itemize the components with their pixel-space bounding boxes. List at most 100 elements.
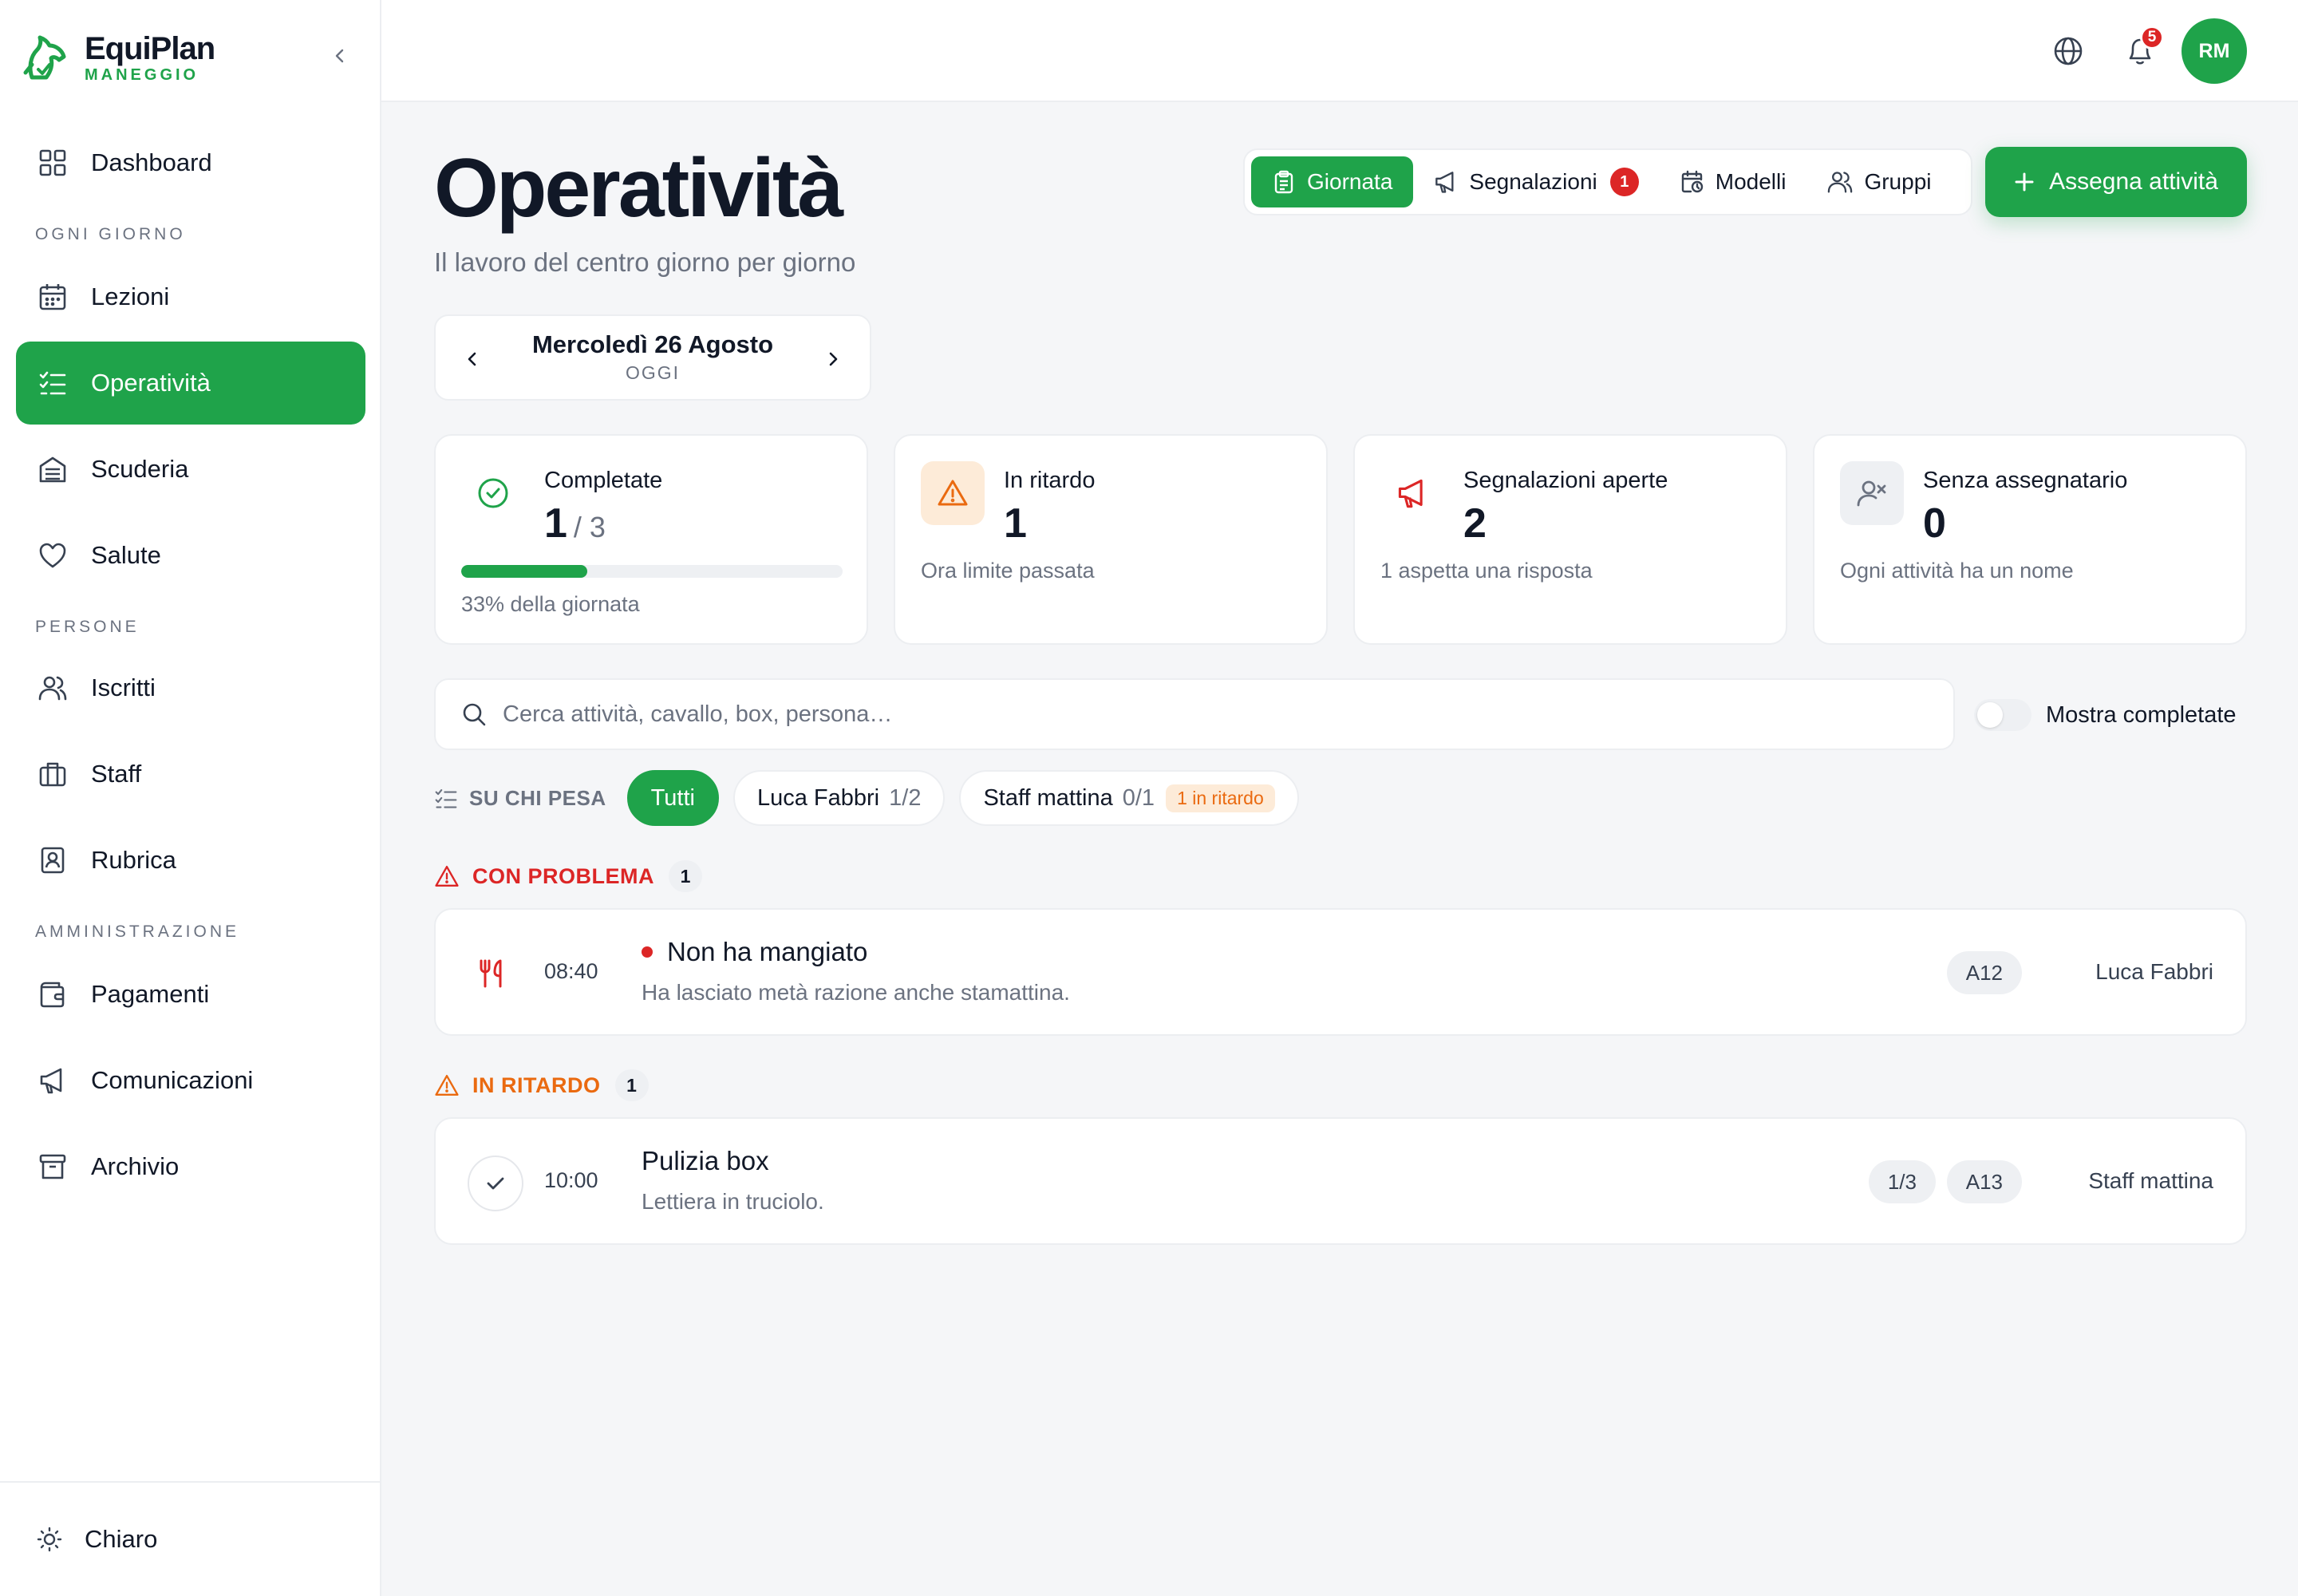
chip-name: Staff mattina <box>983 784 1113 811</box>
sidebar-item-label: Rubrica <box>91 846 176 874</box>
contact-book-icon <box>37 844 69 876</box>
brand-subtitle: MANEGGIO <box>85 66 199 84</box>
task-assignee: Staff mattina <box>2088 1168 2213 1193</box>
task-time: 08:40 <box>544 959 598 983</box>
filter-chip-all[interactable]: Tutti <box>626 770 719 826</box>
tab-giornata[interactable]: Giornata <box>1251 156 1414 207</box>
sidebar-item-comunicazioni[interactable]: Comunicazioni <box>16 1039 365 1122</box>
sidebar-item-scuderia[interactable]: Scuderia <box>16 428 365 511</box>
sidebar-item-label: Scuderia <box>91 455 189 483</box>
filter-title: SU CHI PESA <box>434 786 606 811</box>
stat-note: Ogni attività ha un nome <box>1840 559 2074 583</box>
stat-label: Senza assegnatario <box>1923 468 2128 493</box>
tab-gruppi[interactable]: Gruppi <box>1806 156 1952 207</box>
checklist-icon <box>435 789 457 808</box>
stat-card-unassigned[interactable]: Senza assegnatario 0 Ogni attività ha un… <box>1813 434 2247 645</box>
calendar-clock-icon <box>1681 170 1703 193</box>
sidebar-item-label: Lezioni <box>91 282 170 310</box>
warning-icon <box>435 865 459 887</box>
language-button[interactable] <box>2049 32 2087 70</box>
nav-section-daily: OGNI GIORNO <box>35 225 186 243</box>
tab-segnalazioni[interactable]: Segnalazioni 1 <box>1413 156 1659 207</box>
chevron-right-icon <box>829 352 838 366</box>
notifications-button[interactable]: 5 <box>2121 26 2164 70</box>
current-date: Mercoledì 26 Agosto <box>531 330 774 358</box>
group-header-problem: CON PROBLEMA 1 <box>434 860 702 892</box>
stable-icon <box>37 453 69 485</box>
stat-note: Ora limite passata <box>921 559 1095 583</box>
toggle-switch[interactable] <box>1974 699 2031 731</box>
tab-label: Modelli <box>1715 169 1787 194</box>
alert-dot <box>642 946 653 958</box>
sidebar-item-pagamenti[interactable]: Pagamenti <box>16 953 365 1036</box>
tab-label: Segnalazioni <box>1469 169 1597 194</box>
task-row[interactable]: 08:40 Non ha mangiato Ha lasciato metà r… <box>434 908 2247 1036</box>
complete-task-button[interactable] <box>468 1156 523 1211</box>
stat-value: 2 <box>1463 500 1487 547</box>
calendar-icon <box>37 281 69 313</box>
sidebar-item-iscritti[interactable]: Iscritti <box>16 646 365 729</box>
box-badge: A12 <box>1946 951 2022 994</box>
group-header-late: IN RITARDO 1 <box>434 1069 649 1101</box>
progress-fill <box>461 565 587 578</box>
sidebar-item-dashboard[interactable]: Dashboard <box>16 121 365 204</box>
progress-badge: 1/3 <box>1868 1160 1936 1203</box>
sidebar-item-staff[interactable]: Staff <box>16 733 365 816</box>
notification-count-badge: 5 <box>2140 26 2164 49</box>
sidebar-item-label: Operatività <box>91 369 211 397</box>
utensils-icon <box>468 950 515 998</box>
task-title: Pulizia box <box>642 1146 769 1175</box>
assign-activity-button[interactable]: Assegna attività <box>1985 147 2247 217</box>
task-assignee: Luca Fabbri <box>2095 959 2213 984</box>
show-completed-toggle[interactable]: Mostra completate <box>1974 699 2237 731</box>
user-x-icon <box>1840 461 1904 525</box>
filter-chip-luca-fabbri[interactable]: Luca Fabbri 1/2 <box>732 770 946 826</box>
brand[interactable]: EquiPlan MANEGGIO <box>21 30 215 86</box>
chip-name: Luca Fabbri <box>756 784 880 811</box>
stat-label: Segnalazioni aperte <box>1463 468 1668 493</box>
sidebar-item-lezioni[interactable]: Lezioni <box>16 255 365 338</box>
sidebar-item-salute[interactable]: Salute <box>16 514 365 597</box>
users-icon <box>1828 172 1853 193</box>
wallet-icon <box>37 978 69 1010</box>
plus-icon <box>2015 172 2034 192</box>
theme-toggle[interactable]: Chiaro <box>0 1481 380 1596</box>
task-time: 10:00 <box>544 1168 598 1192</box>
stat-value: 0 <box>1923 500 1946 547</box>
search-box <box>434 678 1955 750</box>
grid-icon <box>37 147 69 179</box>
tab-label: Gruppi <box>1864 169 1932 194</box>
filter-chip-staff-mattina[interactable]: Staff mattina 0/1 1 in ritardo <box>959 770 1299 826</box>
stat-card-completed[interactable]: Completate 1/ 3 33% della giornata <box>434 434 868 645</box>
stat-label: In ritardo <box>1004 468 1096 493</box>
sidebar-item-rubrica[interactable]: Rubrica <box>16 819 365 902</box>
group-count: 1 <box>614 1069 649 1101</box>
theme-label: Chiaro <box>85 1525 158 1553</box>
clipboard-icon <box>1274 170 1293 194</box>
page-title: Operatività <box>434 142 843 235</box>
users-icon <box>37 672 69 704</box>
archive-icon <box>37 1151 69 1183</box>
nav-section-people: PERSONE <box>35 618 140 636</box>
stat-value: 1/ 3 <box>544 500 606 547</box>
user-avatar[interactable]: RM <box>2182 18 2247 84</box>
stat-card-reports[interactable]: Segnalazioni aperte 2 1 aspetta una risp… <box>1353 434 1787 645</box>
sidebar-item-label: Comunicazioni <box>91 1066 254 1094</box>
stat-card-late[interactable]: In ritardo 1 Ora limite passata <box>894 434 1328 645</box>
sidebar-item-archivio[interactable]: Archivio <box>16 1125 365 1208</box>
assign-button-label: Assegna attività <box>2049 168 2218 195</box>
briefcase-icon <box>37 758 69 790</box>
tab-modelli[interactable]: Modelli <box>1660 156 1807 207</box>
current-date-label: OGGI <box>625 362 681 383</box>
sidebar-item-operativita[interactable]: Operatività <box>16 342 365 425</box>
sidebar-item-label: Dashboard <box>91 148 212 176</box>
next-day-button[interactable] <box>819 345 847 373</box>
date-navigator: Mercoledì 26 Agosto OGGI <box>434 314 871 401</box>
late-badge: 1 in ritardo <box>1166 784 1275 812</box>
checklist-icon <box>37 367 69 399</box>
task-title: Non ha mangiato <box>642 937 867 967</box>
search-input[interactable] <box>503 701 1859 728</box>
collapse-sidebar-button[interactable] <box>326 41 354 70</box>
view-tabs: Giornata Segnalazioni 1 Modelli Gruppi <box>1243 148 1972 215</box>
task-row[interactable]: 10:00 Pulizia box Lettiera in truciolo. … <box>434 1117 2247 1245</box>
